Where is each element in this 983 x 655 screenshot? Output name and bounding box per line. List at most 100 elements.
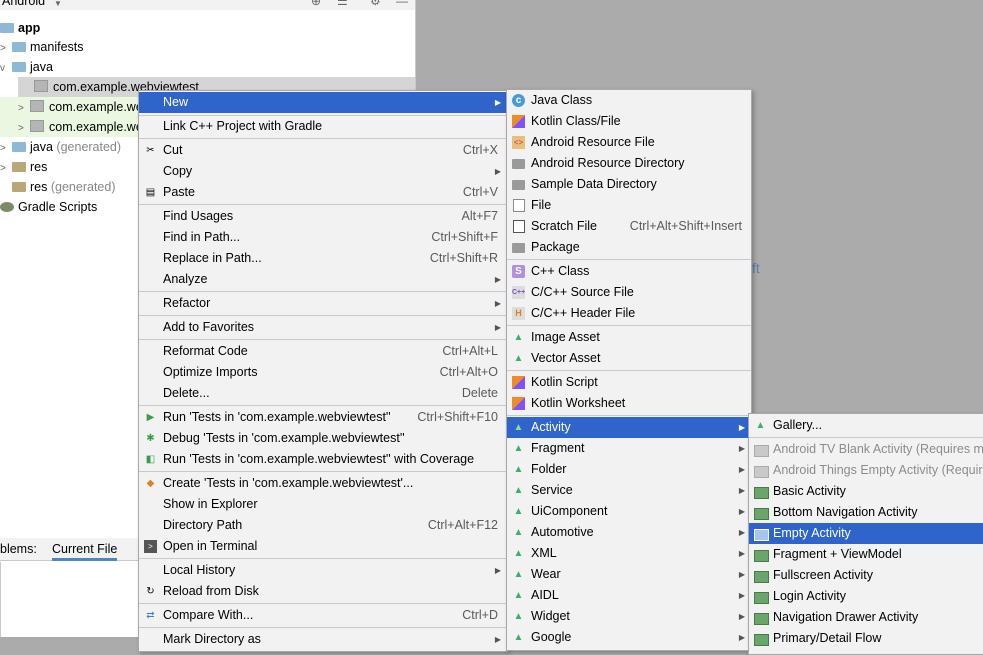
folder-icon: [12, 42, 26, 52]
menu-item-paste[interactable]: ▤ Paste Ctrl+V: [139, 182, 507, 203]
submenu-arrow-icon: ▶: [738, 591, 745, 600]
menu-item-add-to-favorites[interactable]: Add to Favorites ▶: [139, 317, 507, 338]
menu-item-fullscreen-activity[interactable]: Fullscreen Activity: [749, 565, 983, 586]
menu-item-gallery[interactable]: ▲ Gallery...: [749, 415, 983, 436]
menu-item-image-asset[interactable]: ▲ Image Asset: [507, 327, 751, 348]
gear-icon[interactable]: ⚙: [370, 0, 381, 8]
menu-item-reformat-code[interactable]: Reformat Code Ctrl+Alt+L: [139, 341, 507, 362]
tree-item-app[interactable]: app: [0, 18, 40, 38]
menu-item-service[interactable]: ▲ Service ▶: [507, 480, 751, 501]
menu-item-directory-path[interactable]: Directory Path Ctrl+Alt+F12: [139, 515, 507, 536]
menu-item-run-tests[interactable]: ▶ Run 'Tests in 'com.example.webviewtest'…: [139, 407, 507, 428]
menu-item-debug-tests[interactable]: ✱ Debug 'Tests in 'com.example.webviewtes…: [139, 428, 507, 449]
menu-item-open-in-terminal[interactable]: > Open in Terminal: [139, 536, 507, 557]
menu-item-find-usages[interactable]: Find Usages Alt+F7: [139, 206, 507, 227]
menu-item-android-resource-file[interactable]: <> Android Resource File: [507, 132, 751, 153]
template-icon: [754, 466, 769, 478]
menu-item-mark-directory[interactable]: Mark Directory as ▶: [139, 629, 507, 650]
menu-item-empty-activity[interactable]: Empty Activity: [749, 523, 983, 544]
chevron-right-icon[interactable]: >: [0, 39, 12, 59]
menu-item-copy[interactable]: Copy ▶: [139, 161, 507, 182]
menu-item-google[interactable]: ▲ Google ▶: [507, 627, 751, 648]
submenu-arrow-icon: ▶: [738, 444, 745, 453]
chevron-down-icon[interactable]: v: [0, 59, 12, 79]
menu-item-find-in-path[interactable]: Find in Path... Ctrl+Shift+F: [139, 227, 507, 248]
android-icon: ▲: [513, 527, 524, 538]
folder-icon: [512, 159, 525, 169]
tree-item-res-generated[interactable]: res (generated): [0, 177, 115, 197]
menu-item-sample-data-directory[interactable]: Sample Data Directory: [507, 174, 751, 195]
android-icon: ▲: [513, 443, 524, 454]
menu-item-fragment-viewmodel[interactable]: Fragment + ViewModel: [749, 544, 983, 565]
menu-item-vector-asset[interactable]: ▲ Vector Asset: [507, 348, 751, 369]
android-icon: ▲: [513, 464, 524, 475]
menu-item-navigation-drawer-activity[interactable]: Navigation Drawer Activity: [749, 607, 983, 628]
submenu-arrow-icon: ▶: [738, 570, 745, 579]
menu-item-android-resource-directory[interactable]: Android Resource Directory: [507, 153, 751, 174]
tree-item-gradle-scripts[interactable]: Gradle Scripts: [0, 197, 97, 217]
tree-item-package[interactable]: > com.example.we: [0, 97, 143, 119]
menu-item-file[interactable]: File: [507, 195, 751, 216]
menu-item-analyze[interactable]: Analyze ▶: [139, 269, 507, 290]
menu-item-xml[interactable]: ▲ XML ▶: [507, 543, 751, 564]
chevron-down-icon[interactable]: ▼: [54, 0, 62, 8]
menu-item-scratch-file[interactable]: Scratch File Ctrl+Alt+Shift+Insert: [507, 216, 751, 237]
menu-item-bottom-navigation-activity[interactable]: Bottom Navigation Activity: [749, 502, 983, 523]
menu-item-automotive[interactable]: ▲ Automotive ▶: [507, 522, 751, 543]
menu-item-show-in-explorer[interactable]: Show in Explorer: [139, 494, 507, 515]
menu-item-aidl[interactable]: ▲ AIDL ▶: [507, 585, 751, 606]
template-icon: [754, 550, 769, 562]
tree-item-manifests[interactable]: > manifests: [0, 37, 84, 57]
menu-item-kotlin-script[interactable]: KKotlin Script: [507, 372, 751, 393]
menu-item-run-coverage[interactable]: ◧ Run 'Tests in 'com.example.webviewtest'…: [139, 449, 507, 470]
menu-item-refactor[interactable]: Refactor ▶: [139, 293, 507, 314]
menu-item-fragment[interactable]: ▲ Fragment ▶: [507, 438, 751, 459]
tree-item-java-generated[interactable]: > java (generated): [0, 137, 121, 157]
scratch-file-icon: [513, 220, 525, 233]
menu-item-wear[interactable]: ▲ Wear ▶: [507, 564, 751, 585]
menu-item-cut[interactable]: ✂ Cut Ctrl+X: [139, 140, 507, 161]
menu-item-delete[interactable]: Delete... Delete: [139, 383, 507, 404]
chevron-right-icon[interactable]: >: [0, 159, 12, 179]
minimize-icon[interactable]: —: [396, 0, 408, 8]
menu-item-uicomponent[interactable]: ▲ UiComponent ▶: [507, 501, 751, 522]
collapse-icon[interactable]: ☰: [337, 0, 348, 8]
menu-item-java-class[interactable]: c Java Class: [507, 90, 751, 111]
submenu-arrow-icon: ▶: [738, 507, 745, 516]
menu-item-cpp-class[interactable]: S C++ Class: [507, 261, 751, 282]
tab-current-file[interactable]: Current File: [52, 542, 118, 561]
menu-item-folder[interactable]: ▲ Folder ▶: [507, 459, 751, 480]
template-icon: [754, 613, 769, 625]
android-icon: ▲: [513, 569, 524, 580]
menu-item-local-history[interactable]: Local History ▶: [139, 560, 507, 581]
menu-item-activity[interactable]: ▲ Activity ▶: [507, 417, 751, 438]
tab-problems[interactable]: blems:: [0, 542, 37, 556]
chevron-right-icon[interactable]: >: [0, 139, 12, 159]
menu-item-basic-activity[interactable]: Basic Activity: [749, 481, 983, 502]
locate-icon[interactable]: ⊕: [311, 0, 321, 8]
menu-item-cpp-source[interactable]: C++ C/C++ Source File: [507, 282, 751, 303]
menu-item-kotlin-class[interactable]: KKotlin Class/File: [507, 111, 751, 132]
menu-item-kotlin-worksheet[interactable]: KKotlin Worksheet: [507, 393, 751, 414]
menu-item-package[interactable]: Package: [507, 237, 751, 258]
view-selector[interactable]: Android: [2, 0, 45, 8]
menu-item-create-tests[interactable]: ◆ Create 'Tests in 'com.example.webviewte…: [139, 473, 507, 494]
tree-item-package[interactable]: > com.example.we: [0, 117, 143, 139]
menu-item-reload-from-disk[interactable]: ↻ Reload from Disk: [139, 581, 507, 602]
chevron-right-icon[interactable]: >: [18, 119, 30, 139]
submenu-arrow-icon: ▶: [738, 528, 745, 537]
menu-item-cpp-header[interactable]: H C/C++ Header File: [507, 303, 751, 324]
menu-item-primary-detail-flow[interactable]: Primary/Detail Flow: [749, 628, 983, 649]
chevron-right-icon[interactable]: >: [18, 99, 30, 119]
menu-item-login-activity[interactable]: Login Activity: [749, 586, 983, 607]
reload-icon: ↻: [146, 586, 155, 597]
menu-item-compare-with[interactable]: ⇄ Compare With... Ctrl+D: [139, 605, 507, 626]
menu-item-new[interactable]: New ▶: [139, 92, 507, 113]
menu-item-widget[interactable]: ▲ Widget ▶: [507, 606, 751, 627]
menu-item-replace-in-path[interactable]: Replace in Path... Ctrl+Shift+R: [139, 248, 507, 269]
submenu-arrow-icon: ▶: [494, 167, 501, 176]
menu-item-optimize-imports[interactable]: Optimize Imports Ctrl+Alt+O: [139, 362, 507, 383]
tree-item-java[interactable]: v java: [0, 57, 53, 77]
menu-item-link-cpp[interactable]: Link C++ Project with Gradle: [139, 116, 507, 137]
tree-item-res[interactable]: > res: [0, 157, 47, 177]
